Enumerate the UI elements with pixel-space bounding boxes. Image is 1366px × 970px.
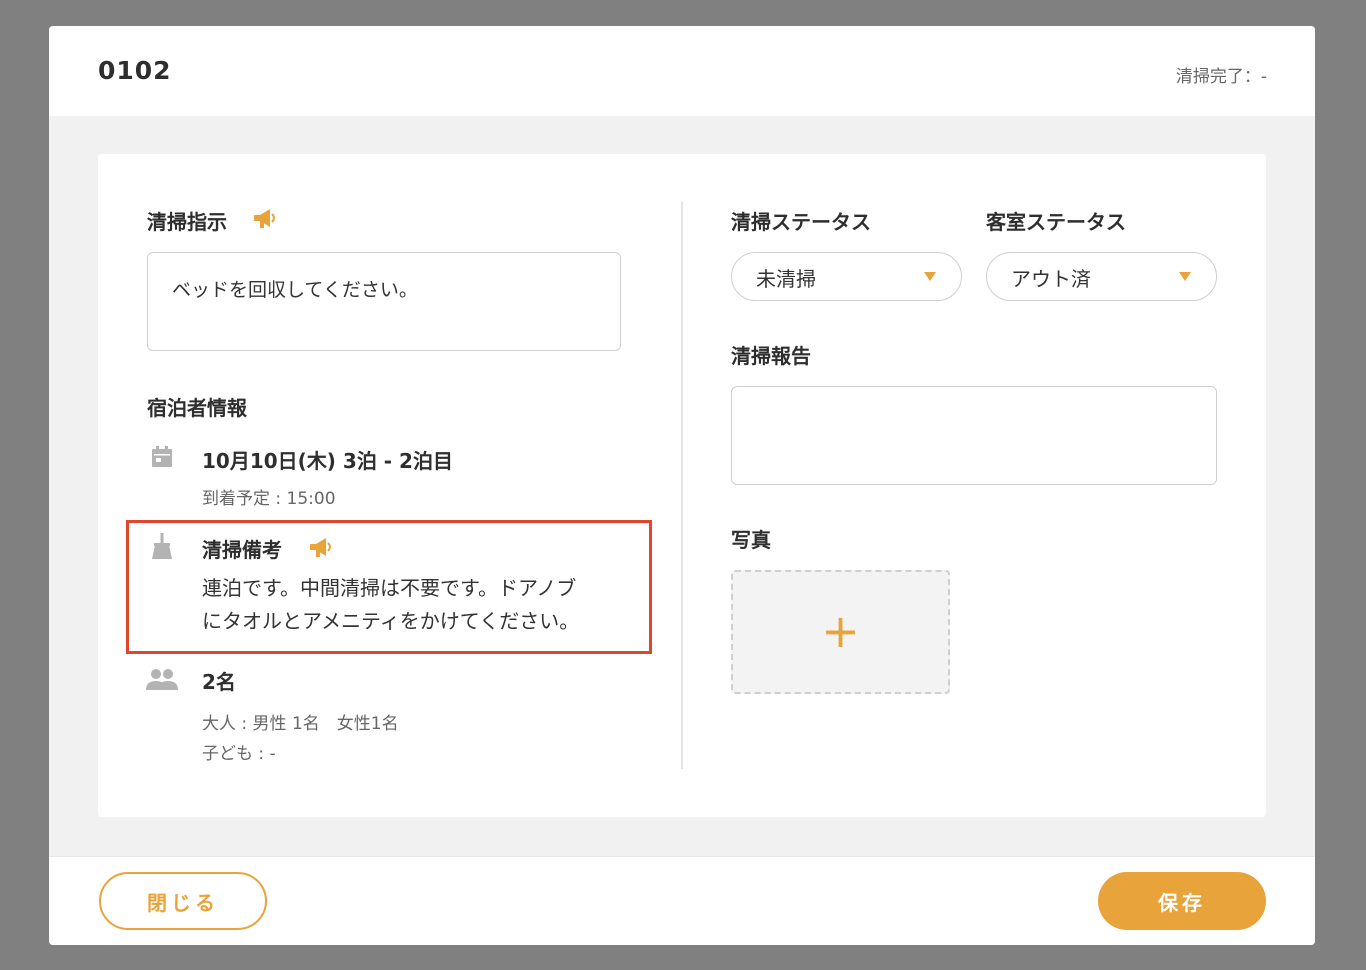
photo-label: 写真	[731, 528, 771, 552]
plus-icon: +	[821, 604, 860, 659]
modal-header: 0102 清掃完了：-	[49, 26, 1315, 116]
content-card: 清掃指示 ベッドを回収してください。 宿泊者情報 10月10日(木) 3泊 - …	[98, 154, 1266, 817]
cleaning-instruction-title: 清掃指示	[147, 210, 227, 234]
room-status-value: アウト済	[1011, 267, 1091, 291]
adults-info: 大人 : 男性 1名 女性1名	[202, 714, 399, 734]
cleaning-instruction-text: ベッドを回収してください。	[172, 279, 418, 301]
people-icon	[146, 669, 178, 690]
cleaning-status-label: 清掃ステータス	[731, 210, 871, 234]
room-detail-modal: 0102 清掃完了：- 清掃指示 ベッドを回収してください。 宿泊者情報 10月…	[49, 26, 1315, 945]
room-number: 0102	[98, 56, 172, 85]
arrival-time: 到着予定 : 15:00	[202, 489, 336, 509]
cleaning-report-input[interactable]	[731, 386, 1217, 485]
children-info: 子ども : -	[202, 744, 276, 764]
modal-footer: 閉じる 保存	[49, 856, 1315, 945]
calendar-icon	[152, 446, 172, 467]
room-status-select[interactable]: アウト済	[986, 252, 1217, 301]
megaphone-icon	[254, 209, 275, 228]
dropdown-caret-icon	[1179, 272, 1191, 281]
guest-count: 2名	[202, 670, 236, 694]
cleaning-report-label: 清掃報告	[731, 344, 811, 368]
cleaning-instruction-box: ベッドを回収してください。	[147, 252, 621, 351]
dropdown-caret-icon	[924, 272, 936, 281]
cleaning-memo-line: にタオルとアメニティをかけてください。	[202, 609, 580, 633]
cleaning-memo-text: 連泊です。中間清掃は不要です。ドアノブ にタオルとアメニティをかけてください。	[202, 572, 632, 638]
cleaning-memo-line: 連泊です。中間清掃は不要です。ドアノブ	[202, 576, 577, 600]
close-button[interactable]: 閉じる	[99, 872, 267, 930]
broom-icon	[152, 533, 172, 559]
cleaning-status-value: 未清掃	[756, 267, 816, 291]
add-photo-button[interactable]: +	[731, 570, 950, 694]
room-status-label: 客室ステータス	[986, 210, 1126, 234]
stay-dates: 10月10日(木) 3泊 - 2泊目	[202, 449, 453, 473]
save-button[interactable]: 保存	[1098, 872, 1266, 930]
guest-info-title: 宿泊者情報	[147, 396, 247, 420]
cleaning-status-select[interactable]: 未清掃	[731, 252, 962, 301]
cleaning-done-status: 清掃完了：-	[1175, 67, 1267, 87]
column-divider	[681, 202, 683, 769]
megaphone-icon	[310, 538, 331, 557]
cleaning-memo-title: 清掃備考	[202, 538, 282, 562]
